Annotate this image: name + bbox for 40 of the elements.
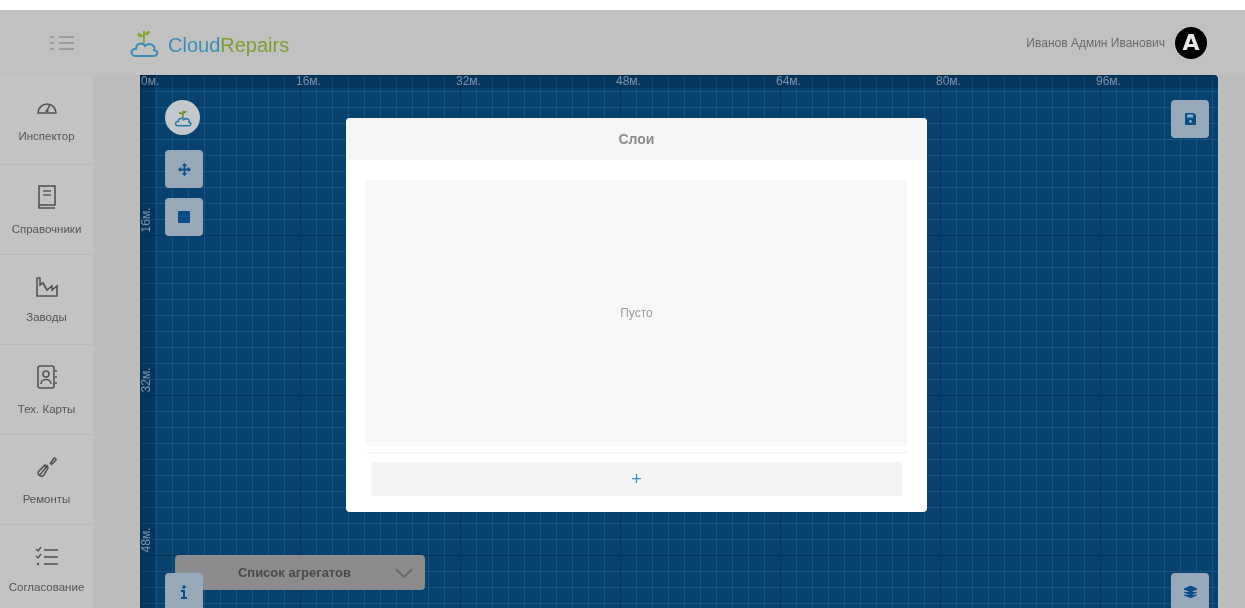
ruler-label: 96м. [1096,75,1121,88]
info-button[interactable] [165,573,203,608]
sidebar-item[interactable]: Согласование [0,525,93,608]
user-avatar[interactable]: A [1175,26,1207,59]
rectangle-tool-button[interactable] [165,198,203,236]
sidebar-item[interactable]: Ремонты [0,435,93,524]
logo-text: CloudRepairs [168,34,290,57]
sidebar-item[interactable]: Заводы [0,255,93,344]
chevron-down-icon [395,567,413,578]
logo-button[interactable] [165,100,200,135]
sidebar-item[interactable]: Инспектор [0,75,93,164]
empty-text: Пусто [620,306,653,320]
wrench-icon [35,454,58,479]
ruler-label: 32м. [140,367,154,393]
checklist-icon [34,546,59,567]
sidebar-item[interactable]: Справочники [0,165,93,254]
ruler-label: 80м. [936,75,961,88]
ruler-label: 48м. [616,75,641,88]
book-icon [36,184,57,209]
ruler-label: 16м. [296,75,321,88]
dialog-title: Слои [618,131,655,147]
ruler-label: 32м. [456,75,481,88]
sidebar-item[interactable]: Тех. Карты [0,345,93,434]
ruler-label: 64м. [776,75,801,88]
add-layer-button[interactable]: + [371,462,902,496]
user-name: Иванов Админ Иванович [1026,35,1165,50]
move-icon [177,162,191,176]
contact-card-icon [35,364,58,389]
factory-icon [34,276,59,297]
ruler-label: 0м. [141,75,160,88]
ruler-label: 16м. [140,207,154,233]
save-button[interactable] [1171,100,1209,138]
layers-button[interactable] [1171,573,1209,608]
save-icon [1184,113,1196,125]
ruler-label: 48м. [140,527,154,553]
aggregates-dropdown[interactable]: Список агрегатов [175,555,425,590]
info-icon [181,585,187,599]
layers-icon [1183,586,1197,598]
square-icon [178,211,190,223]
move-tool-button[interactable] [165,150,203,188]
